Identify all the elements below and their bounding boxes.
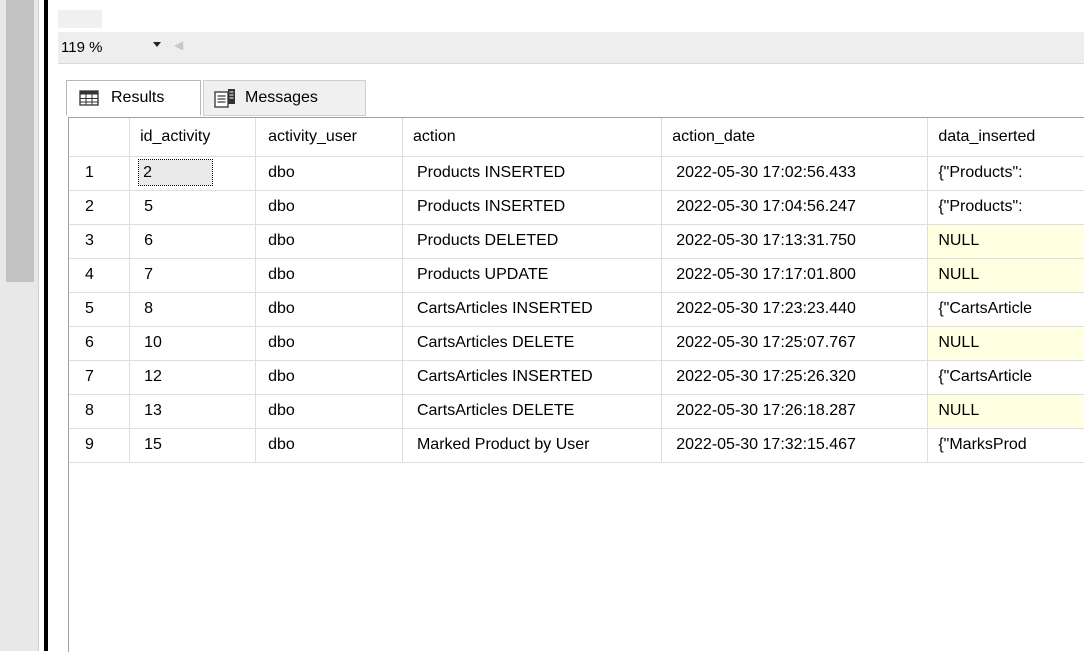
grid-cell[interactable]: 6 [129,224,257,259]
table-header-row: id_activity activity_user action action_… [69,118,1084,157]
table-row[interactable]: 5 8 dbo CartsArticles INSERTED 2022-05-3… [69,292,1084,327]
column-header-data-inserted[interactable]: data_inserted [927,118,1084,157]
grid-cell[interactable]: CartsArticles DELETE [402,326,663,361]
grid-cell[interactable]: dbo [255,428,403,463]
tab-messages[interactable]: Messages [203,80,366,116]
column-header-activity-user[interactable]: activity_user [255,118,403,157]
grid-cell[interactable]: dbo [255,394,403,429]
grid-icon [79,90,99,106]
column-header-row-number[interactable] [69,118,131,157]
messages-icon [214,89,235,108]
grid-cell[interactable]: 13 [129,394,257,429]
pane-splitter[interactable] [44,0,48,651]
grid-cell-null[interactable]: NULL [927,258,1084,293]
table-row[interactable]: 4 7 dbo Products UPDATE 2022-05-30 17:17… [69,258,1084,293]
row-number-cell[interactable]: 9 [69,428,131,463]
grid-cell[interactable]: {"Products": [927,156,1084,191]
grid-cell[interactable]: dbo [255,190,403,225]
grid-cell[interactable]: Products UPDATE [402,258,663,293]
grid-cell[interactable]: Products DELETED [402,224,663,259]
grid-cell[interactable]: dbo [255,326,403,361]
grid-cell[interactable]: 2022-05-30 17:32:15.467 [661,428,929,463]
table-row[interactable]: 8 13 dbo CartsArticles DELETE 2022-05-30… [69,394,1084,429]
grid-cell[interactable]: CartsArticles DELETE [402,394,663,429]
tab-results[interactable]: Results [66,80,201,116]
grid-cell[interactable]: 2022-05-30 17:13:31.750 [661,224,929,259]
grid-cell[interactable]: Products INSERTED [402,156,663,191]
row-number-cell[interactable]: 2 [69,190,131,225]
grid-cell[interactable]: 10 [129,326,257,361]
tab-messages-label: Messages [245,89,318,106]
scroll-left-arrow-icon[interactable]: ◀ [174,38,183,52]
zoom-level[interactable]: 119 % [61,39,102,56]
grid-cell[interactable]: dbo [255,224,403,259]
table-row[interactable]: 7 12 dbo CartsArticles INSERTED 2022-05-… [69,360,1084,395]
grid-cell[interactable]: 2022-05-30 17:17:01.800 [661,258,929,293]
row-number-cell[interactable]: 1 [69,156,131,191]
table-row[interactable]: 6 10 dbo CartsArticles DELETE 2022-05-30… [69,326,1084,361]
grid-cell-null[interactable]: NULL [927,224,1084,259]
table-row[interactable]: 9 15 dbo Marked Product by User 2022-05-… [69,428,1084,463]
cell-value: 2 [138,159,213,186]
grid-cell[interactable]: {"Products": [927,190,1084,225]
grid-cell[interactable]: dbo [255,156,403,191]
grid-cell[interactable]: 2022-05-30 17:25:26.320 [661,360,929,395]
grid-cell[interactable]: 7 [129,258,257,293]
results-tabs: Results Messages [58,80,1084,118]
table-row[interactable]: 2 5 dbo Products INSERTED 2022-05-30 17:… [69,190,1084,225]
grid-cell[interactable]: 2022-05-30 17:26:18.287 [661,394,929,429]
grid-cell[interactable]: {"CartsArticle [927,292,1084,327]
results-table: id_activity activity_user action action_… [69,118,1084,463]
grid-cell[interactable]: CartsArticles INSERTED [402,360,663,395]
row-number-cell[interactable]: 4 [69,258,131,293]
grid-cell[interactable]: 12 [129,360,257,395]
grid-cell[interactable]: 15 [129,428,257,463]
grid-cell[interactable]: Products INSERTED [402,190,663,225]
row-number-cell[interactable]: 5 [69,292,131,327]
row-number-cell[interactable]: 8 [69,394,131,429]
zoom-bar: 119 % ◀ [58,32,1084,64]
grid-cell[interactable]: CartsArticles INSERTED [402,292,663,327]
tab-results-label: Results [111,89,165,106]
grid-cell-null[interactable]: NULL [927,326,1084,361]
editor-scrollbar-thumb[interactable] [6,0,34,282]
table-row[interactable]: 1 2 dbo Products INSERTED 2022-05-30 17:… [69,156,1084,191]
table-row[interactable]: 3 6 dbo Products DELETED 2022-05-30 17:1… [69,224,1084,259]
row-number-cell[interactable]: 3 [69,224,131,259]
grid-cell[interactable]: dbo [255,292,403,327]
column-header-action-date[interactable]: action_date [661,118,929,157]
results-grid[interactable]: id_activity activity_user action action_… [68,117,1084,652]
row-number-cell[interactable]: 6 [69,326,131,361]
grid-cell[interactable]: 2022-05-30 17:25:07.767 [661,326,929,361]
grid-cell-selected[interactable]: 2 [129,156,257,191]
editor-scrollbar[interactable] [0,0,38,651]
grid-cell[interactable]: 2022-05-30 17:23:23.440 [661,292,929,327]
grid-cell[interactable]: 5 [129,190,257,225]
grid-cell[interactable]: dbo [255,360,403,395]
grid-cell[interactable]: {"CartsArticle [927,360,1084,395]
grid-cell[interactable]: 2022-05-30 17:02:56.433 [661,156,929,191]
grid-cell[interactable]: dbo [255,258,403,293]
editor-border [38,0,39,651]
column-header-id-activity[interactable]: id_activity [129,118,257,157]
column-header-action[interactable]: action [402,118,663,157]
grid-cell[interactable]: 2022-05-30 17:04:56.247 [661,190,929,225]
grid-cell[interactable]: {"MarksProd [927,428,1084,463]
chevron-down-icon[interactable] [153,42,161,47]
grid-cell[interactable]: 8 [129,292,257,327]
editor-corner [58,10,102,28]
row-number-cell[interactable]: 7 [69,360,131,395]
grid-cell[interactable]: Marked Product by User [402,428,663,463]
grid-cell-null[interactable]: NULL [927,394,1084,429]
